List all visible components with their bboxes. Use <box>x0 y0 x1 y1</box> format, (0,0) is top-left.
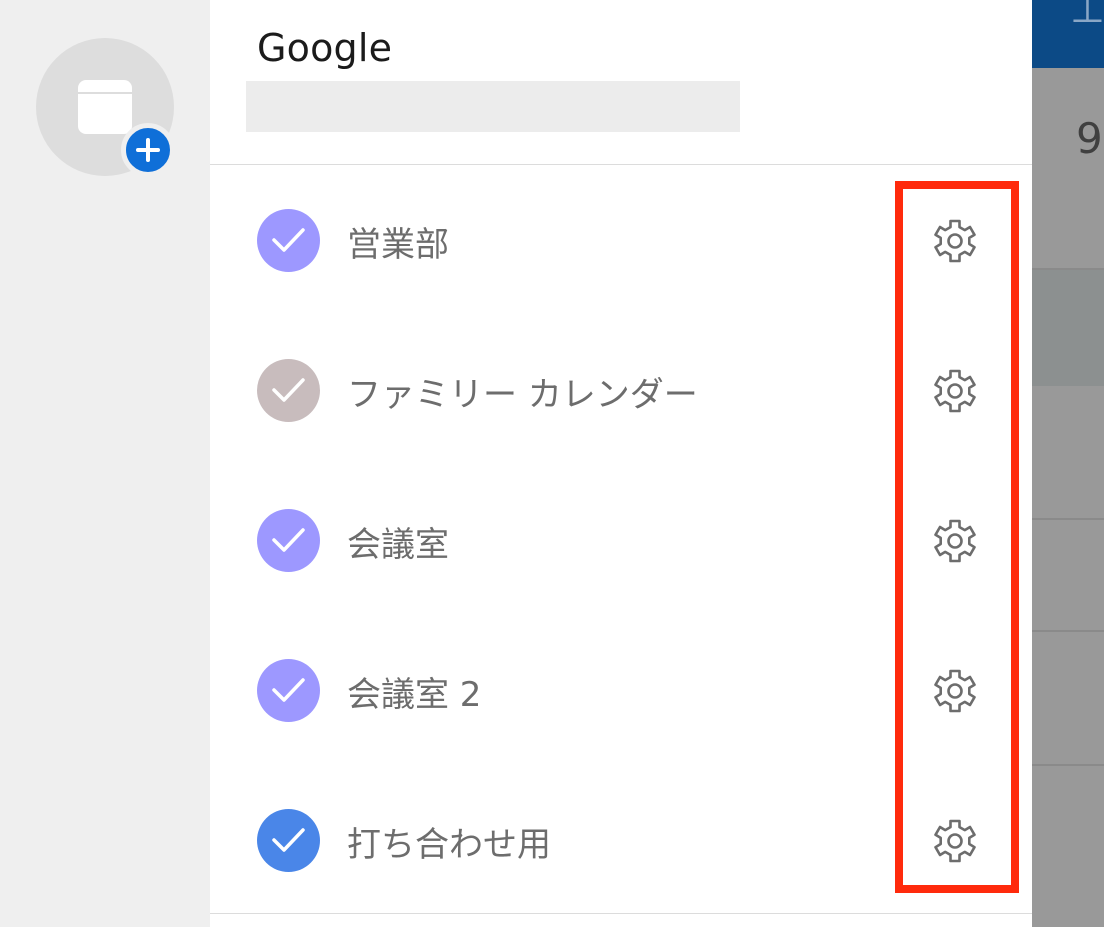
left-rail <box>0 0 210 927</box>
background-day-number: 9 <box>1076 114 1103 163</box>
divider <box>210 913 1032 914</box>
calendar-name: 会議室 2 <box>347 675 482 715</box>
background-divider <box>1032 764 1104 766</box>
background-divider <box>1032 518 1104 520</box>
calendar-name: 打ち合わせ用 <box>347 825 551 865</box>
checkmark-icon <box>272 528 305 552</box>
calendar-toggle-checkbox[interactable] <box>257 809 320 872</box>
checkmark-icon <box>272 228 305 252</box>
checkmark-icon <box>272 378 305 402</box>
calendar-name: 会議室 <box>347 525 449 565</box>
account-title: Google <box>257 26 393 70</box>
calendar-name: 営業部 <box>347 225 449 265</box>
calendar-icon <box>78 80 132 134</box>
background-band-highlight <box>1032 270 1104 386</box>
plus-icon <box>121 123 175 177</box>
highlight-box <box>895 181 1019 893</box>
checkmark-icon <box>272 678 305 702</box>
calendar-toggle-checkbox[interactable] <box>257 359 320 422</box>
calendar-toggle-checkbox[interactable] <box>257 209 320 272</box>
background-header: ⊥ <box>1032 0 1104 68</box>
calendar-toggle-checkbox[interactable] <box>257 659 320 722</box>
background-divider <box>1032 630 1104 632</box>
checkmark-icon <box>272 828 305 852</box>
background-header-glyph: ⊥ <box>1070 0 1104 32</box>
calendar-name: ファミリー カレンダー <box>347 375 698 415</box>
calendar-toggle-checkbox[interactable] <box>257 509 320 572</box>
account-email-redacted <box>246 81 740 132</box>
background-band <box>1032 68 1104 268</box>
background-calendar-view: ⊥ 9 <box>1032 0 1104 927</box>
add-calendar-button[interactable] <box>36 38 175 177</box>
